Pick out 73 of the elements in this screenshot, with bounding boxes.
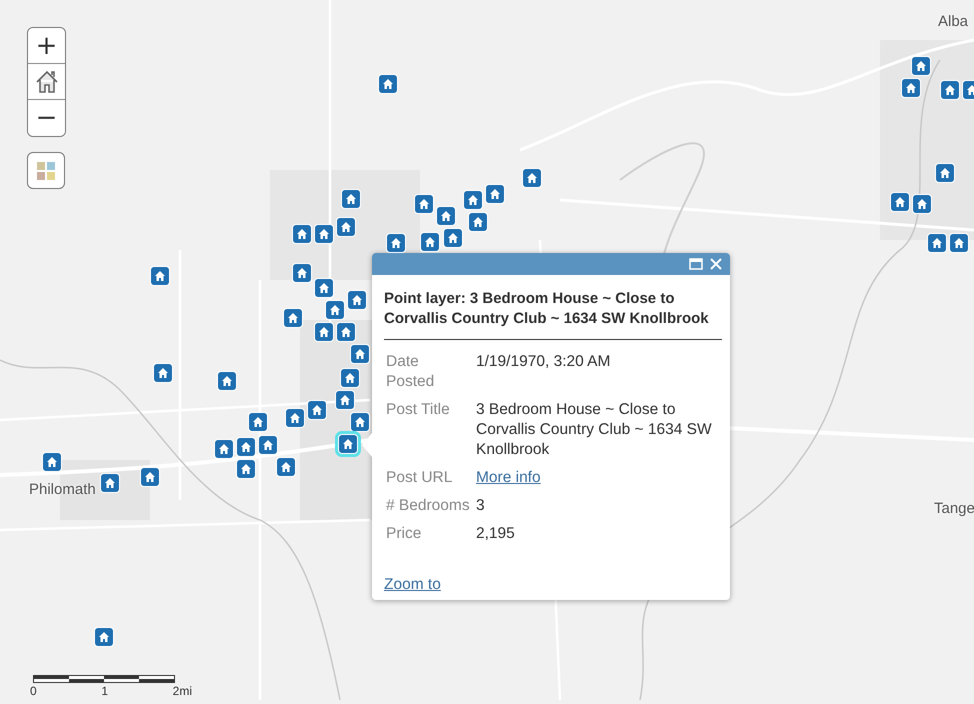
house-marker-icon[interactable] [236,437,256,457]
basemap-gallery-button[interactable] [27,152,65,189]
place-label: Alba [938,13,968,30]
house-marker-icon[interactable] [283,308,303,328]
house-marker-icon[interactable] [338,434,358,454]
house-marker-icon[interactable] [314,224,334,244]
house-marker-icon[interactable] [890,192,910,212]
house-marker-icon[interactable] [325,300,345,320]
house-marker-icon[interactable] [940,80,960,100]
house-marker-icon[interactable] [340,368,360,388]
house-marker-icon[interactable] [336,217,356,237]
more-info-link[interactable]: More info [476,468,541,488]
close-button[interactable] [708,256,724,272]
house-marker-icon[interactable] [100,473,120,493]
house-marker-icon[interactable] [217,371,237,391]
house-marker-icon[interactable] [248,412,268,432]
house-marker-icon[interactable] [140,467,160,487]
house-marker-icon[interactable] [292,224,312,244]
house-marker-icon[interactable] [912,194,932,214]
house-marker-icon[interactable] [307,400,327,420]
field-value: 3 [476,496,486,516]
grid-icon [36,160,56,180]
popup-title: Point layer: 3 Bedroom House ~ Close to Corvallis Country Club ~ 1634 SW Knollbrook [384,289,722,340]
house-icon [34,68,60,94]
house-marker-icon[interactable] [336,322,356,342]
house-marker-icon[interactable] [292,263,312,283]
field-value: 2,195 [476,524,516,544]
scale-label: 0 [30,684,37,698]
house-marker-icon[interactable] [258,435,278,455]
house-marker-icon[interactable] [463,190,483,210]
house-marker-icon[interactable] [341,189,361,209]
field-value: 1/19/1970, 3:20 AM [476,352,612,372]
house-marker-icon[interactable] [214,439,234,459]
field-label: Post URL [386,468,454,488]
house-marker-icon[interactable] [314,322,334,342]
house-marker-icon[interactable] [153,363,173,383]
house-marker-icon[interactable] [468,212,488,232]
house-marker-icon[interactable] [485,184,505,204]
house-marker-icon[interactable] [386,233,406,253]
field-label: # Bedrooms [386,496,470,516]
field-label: Post Title [386,400,451,420]
house-marker-icon[interactable] [927,233,947,253]
house-marker-icon[interactable] [285,408,305,428]
house-marker-icon[interactable] [150,266,170,286]
house-marker-icon[interactable] [949,233,969,253]
house-marker-icon[interactable] [901,78,921,98]
house-marker-icon[interactable] [276,457,296,477]
house-marker-icon[interactable] [42,452,62,472]
house-marker-icon[interactable] [414,194,434,214]
zoom-to-link[interactable]: Zoom to [384,576,441,594]
field-value: 3 Bedroom House ~ Close to Corvallis Country Club ~ 1634 SW Knollbrook [476,400,713,460]
house-marker-icon[interactable] [522,168,542,188]
house-marker-icon[interactable] [378,74,398,94]
field-label: Date Posted [386,352,436,392]
house-marker-icon[interactable] [347,290,367,310]
house-marker-icon[interactable] [314,278,334,298]
maximize-button[interactable] [688,256,704,272]
house-marker-icon[interactable] [420,232,440,252]
house-marker-icon[interactable] [350,412,370,432]
house-marker-icon[interactable] [350,344,370,364]
place-label: Philomath [29,481,96,498]
house-marker-icon[interactable] [94,627,114,647]
scale-label: 1 [101,684,108,698]
house-marker-icon[interactable] [443,228,463,248]
zoom-in-button[interactable]: + [28,28,65,64]
house-marker-icon[interactable] [911,56,931,76]
house-marker-icon[interactable] [236,459,256,479]
house-marker-icon[interactable] [436,206,456,226]
scale-label: 2mi [172,684,192,698]
house-marker-icon[interactable] [335,390,355,410]
house-marker-icon[interactable] [935,163,955,183]
place-label: Tange [934,500,974,517]
field-label: Price [386,524,422,544]
